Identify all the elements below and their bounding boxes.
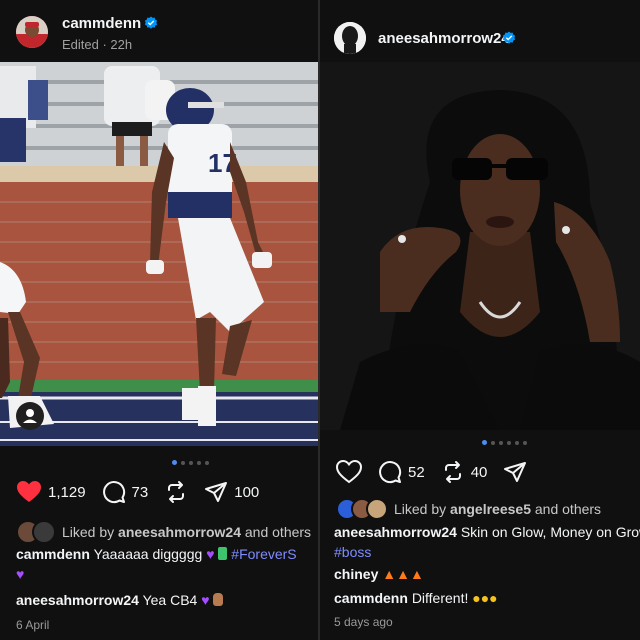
liker-avatar: [32, 520, 56, 544]
comment-username[interactable]: cammdenn: [334, 590, 408, 606]
comment-count: 52: [408, 463, 425, 481]
portrait-photo: [320, 62, 640, 430]
avatar[interactable]: [16, 16, 48, 48]
comment-count: 73: [131, 483, 149, 501]
liker-avatar: [366, 498, 388, 520]
carousel-dot-active: [172, 460, 177, 465]
carousel-dots: [482, 440, 527, 445]
football-photo: 17: [0, 62, 318, 446]
caption-username[interactable]: aneesahmorrow24: [334, 524, 457, 540]
repost-count: 40: [470, 463, 488, 481]
comment-username[interactable]: aneesahmorrow24: [16, 592, 139, 608]
post-meta: Edited · 22h: [62, 37, 133, 52]
caption-username[interactable]: cammdenn: [16, 546, 90, 562]
comment-text: Yea CB4: [142, 592, 198, 608]
repost-icon: [168, 481, 185, 503]
carousel-dot: [181, 460, 185, 465]
liker-avatars: [336, 498, 388, 520]
carousel-dot: [499, 440, 503, 445]
liked-by-prefix: Liked by: [62, 524, 115, 540]
post-cammdenn: cammdenn Edited · 22h 17 1,129 73 100 Li…: [0, 0, 318, 640]
liked-by-prefix: Liked by: [394, 501, 447, 517]
fingers-crossed-icon: [213, 593, 224, 606]
action-bar: 1,129 73 100: [16, 480, 275, 504]
post-header: cammdenn Edited · 22h: [0, 0, 318, 62]
comment-button[interactable]: 73: [102, 480, 149, 504]
comment: chiney ▲▲▲: [334, 566, 424, 582]
repost-button[interactable]: [164, 480, 188, 504]
like-button[interactable]: 1,129: [16, 480, 86, 504]
comment: cammdenn Different! ●●●: [334, 590, 498, 606]
share-count: 100: [234, 483, 260, 501]
comment-button[interactable]: 52: [378, 460, 425, 484]
caption-text: Yaaaaaa diggggg: [93, 546, 203, 562]
post-date: 6 April: [16, 618, 50, 632]
liked-by-row[interactable]: Liked by aneesahmorrow24 and others: [16, 520, 311, 544]
carousel-dot: [491, 440, 495, 445]
carousel-dots: [172, 460, 209, 465]
heart-eyes-icon: ●●●: [472, 590, 498, 606]
post-aneesahmorrow24: aneesahmorrow24 52 40 Liked by angelrees…: [320, 0, 640, 640]
share-icon: [205, 482, 228, 502]
fire-icon: ▲▲▲: [382, 566, 424, 582]
carousel-dot: [507, 440, 511, 445]
share-button[interactable]: [503, 460, 527, 484]
carousel-dot: [197, 460, 201, 465]
repost-button[interactable]: 40: [441, 460, 488, 484]
purple-heart-icon: ♥: [16, 566, 25, 582]
heart-outline-icon: [336, 460, 362, 484]
carousel-dot-active: [482, 440, 487, 445]
person-icon: [23, 409, 37, 423]
repost-icon: [444, 461, 461, 483]
verified-icon: [144, 16, 158, 29]
comment: aneesahmorrow24 Yea CB4 ♥: [16, 592, 224, 608]
caption-continuation: ♥: [16, 566, 24, 582]
comment-username[interactable]: chiney: [334, 566, 378, 582]
liked-by-suffix: and others: [244, 524, 312, 540]
share-button[interactable]: 100: [204, 480, 259, 504]
comment-text: Different!: [411, 590, 469, 606]
post-photo[interactable]: [320, 62, 640, 430]
liker-avatars: [16, 520, 56, 544]
heart-filled-icon: [17, 481, 41, 502]
purple-heart-icon: ♥: [206, 546, 215, 562]
liked-by-row[interactable]: Liked by angelreese5 and others: [336, 498, 601, 520]
username[interactable]: cammdenn: [62, 15, 141, 32]
comment-icon: [379, 461, 402, 484]
post-photo[interactable]: 17: [0, 62, 318, 446]
caption: cammdenn Yaaaaaa diggggg ♥ #ForeverS: [16, 546, 297, 562]
purple-heart-icon: ♥: [201, 592, 210, 608]
liked-by-suffix: and others: [534, 501, 602, 517]
liked-by-user[interactable]: aneesahmorrow24: [118, 524, 241, 540]
caption-hashtag[interactable]: #boss: [334, 544, 371, 560]
caption-text: Skin on Glow, Money on Grow: [460, 524, 640, 540]
like-count: 1,129: [48, 483, 86, 501]
action-bar: 52 40: [336, 460, 543, 484]
caption: aneesahmorrow24 Skin on Glow, Money on G…: [334, 524, 640, 540]
carousel-dot: [515, 440, 519, 445]
like-button[interactable]: [336, 460, 362, 484]
tagged-people-button[interactable]: [16, 402, 44, 430]
verified-icon: [502, 31, 516, 44]
liked-by-user[interactable]: angelreese5: [450, 501, 531, 517]
post-header: aneesahmorrow24: [320, 0, 640, 62]
carousel-dot: [205, 460, 209, 465]
carousel-dot: [189, 460, 193, 465]
caption-continuation: #boss: [334, 544, 371, 560]
comment-icon: [102, 481, 125, 504]
post-date: 5 days ago: [334, 615, 393, 629]
caption-hashtag[interactable]: #ForeverS: [231, 546, 296, 562]
juice-box-icon: [218, 547, 228, 560]
avatar[interactable]: [334, 22, 366, 54]
carousel-dot: [523, 440, 527, 445]
username[interactable]: aneesahmorrow24: [378, 30, 510, 47]
share-icon: [504, 462, 527, 482]
